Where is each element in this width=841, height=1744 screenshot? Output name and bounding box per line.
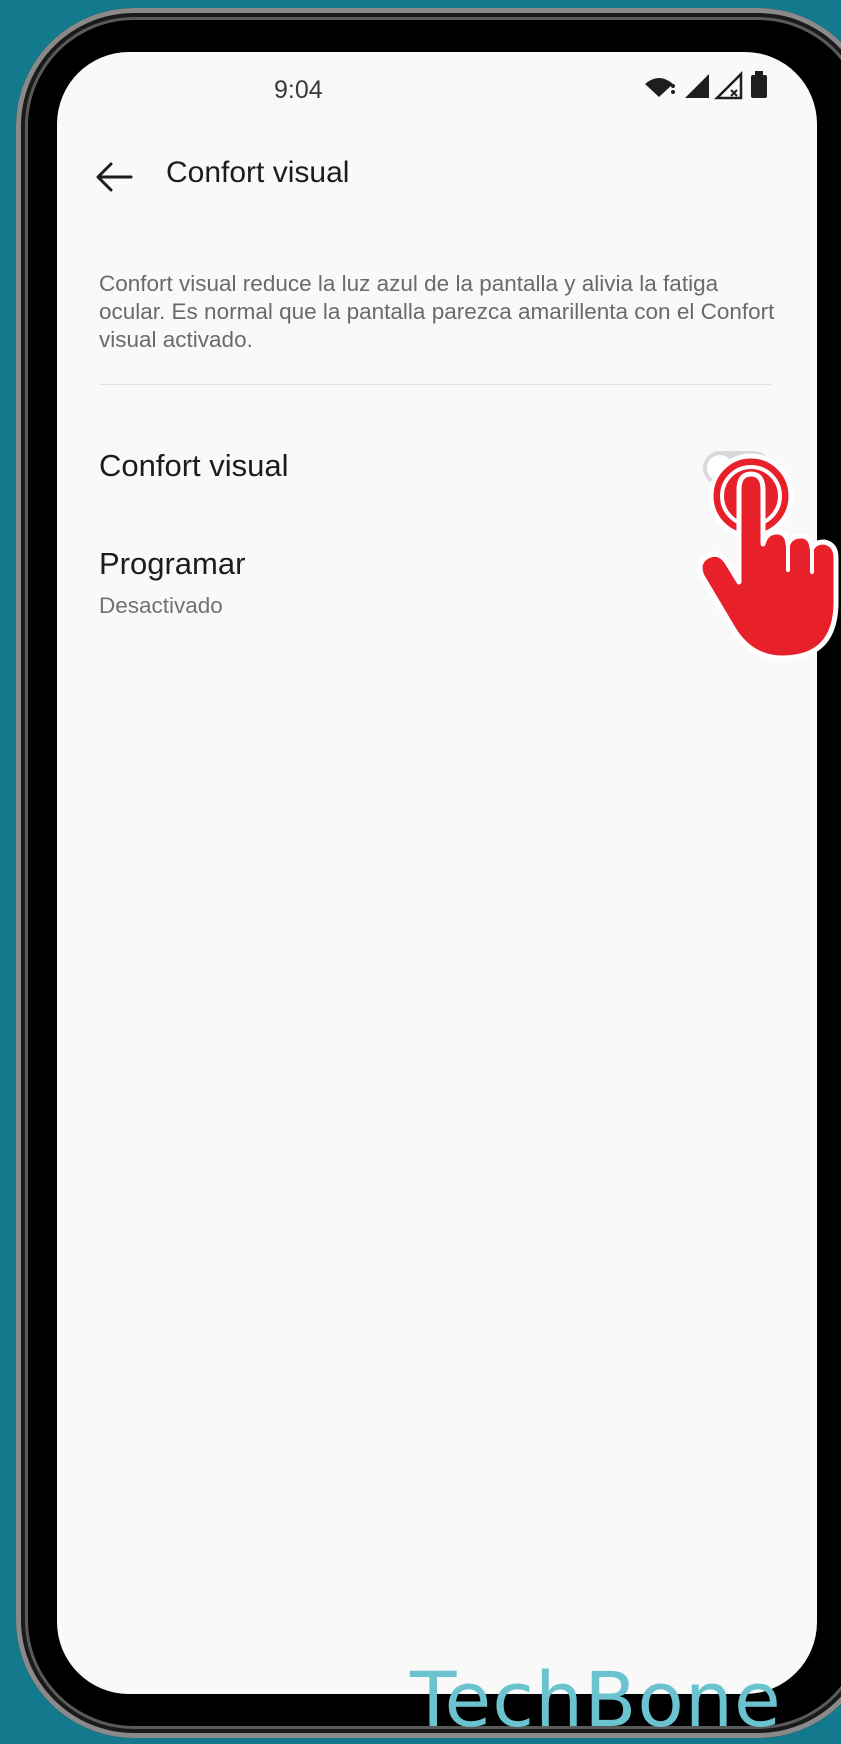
battery-icon <box>751 71 767 98</box>
description-text: Confort visual reduce la luz azul de la … <box>99 271 775 352</box>
status-icons <box>635 64 817 100</box>
page-title: Confort visual <box>166 156 350 189</box>
watermark: TechBone <box>410 1655 782 1744</box>
signal-icon <box>685 74 709 98</box>
tap-hand-icon <box>697 453 839 661</box>
signal-no-sim-icon <box>713 70 743 100</box>
back-arrow-icon[interactable] <box>91 154 137 200</box>
eye-comfort-label: Confort visual <box>99 448 289 483</box>
divider <box>99 384 771 385</box>
status-time: 9:04 <box>274 76 323 104</box>
phone-screen: 9:04 Confort visual Confort visual reduc… <box>57 52 817 1694</box>
schedule-value: Desactivado <box>99 593 223 618</box>
schedule-label: Programar <box>99 546 246 581</box>
wifi-icon <box>645 78 675 97</box>
